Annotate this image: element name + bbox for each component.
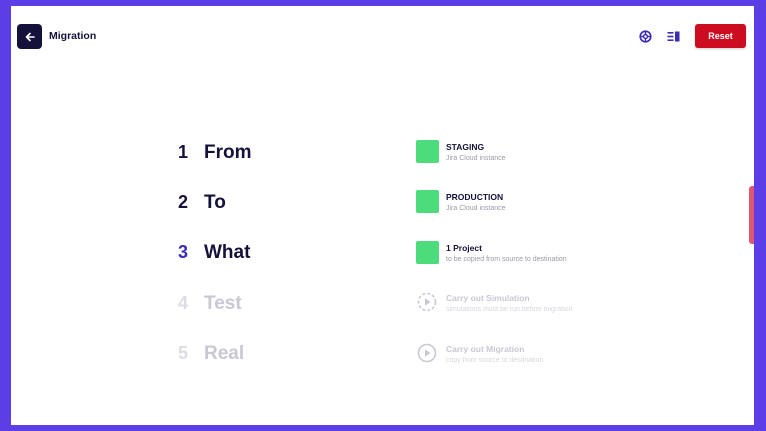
page-title: Migration (49, 30, 97, 42)
step-name[interactable]: What (204, 242, 250, 264)
side-feedback-tab[interactable] (749, 186, 754, 244)
arrow-left-icon (25, 32, 35, 41)
step-subtitle: copy from source to destination (446, 357, 544, 364)
step-number: 2 (178, 192, 189, 212)
step-number: 1 (178, 142, 189, 162)
help-button[interactable] (637, 28, 653, 44)
step-title: STAGING (446, 142, 485, 152)
step-subtitle: Jira Cloud instance (446, 205, 506, 212)
step-subtitle: Jira Cloud instance (446, 155, 506, 162)
step-name: Test (204, 293, 242, 314)
step-number: 3 (178, 242, 189, 262)
step-title: PRODUCTION (446, 192, 504, 202)
step-number: 5 (178, 343, 189, 363)
step-title: 1 Project (446, 243, 482, 253)
step-title: Carry out Simulation (446, 293, 530, 303)
step-done-indicator (416, 190, 439, 213)
panel-toggle-button[interactable] (665, 28, 681, 44)
play-circle-icon[interactable] (417, 292, 437, 312)
reset-button[interactable]: Reset (695, 24, 746, 48)
step-subtitle: to be copied from source to destination (446, 256, 567, 263)
step-name[interactable]: To (204, 192, 226, 214)
lifebuoy-icon (638, 29, 652, 43)
main-canvas: Migration Reset 1 From STAGING Jira Clou… (11, 6, 754, 425)
back-button[interactable] (17, 24, 42, 49)
step-title: Carry out Migration (446, 344, 525, 354)
step-number: 4 (178, 293, 189, 313)
panel-toggle-icon (667, 31, 679, 41)
step-done-indicator (416, 140, 439, 163)
play-circle-icon[interactable] (417, 343, 437, 363)
step-name: Real (204, 343, 245, 364)
step-done-indicator (416, 241, 439, 264)
step-subtitle: simulations must be run before migration (446, 306, 573, 313)
step-name[interactable]: From (204, 142, 252, 164)
